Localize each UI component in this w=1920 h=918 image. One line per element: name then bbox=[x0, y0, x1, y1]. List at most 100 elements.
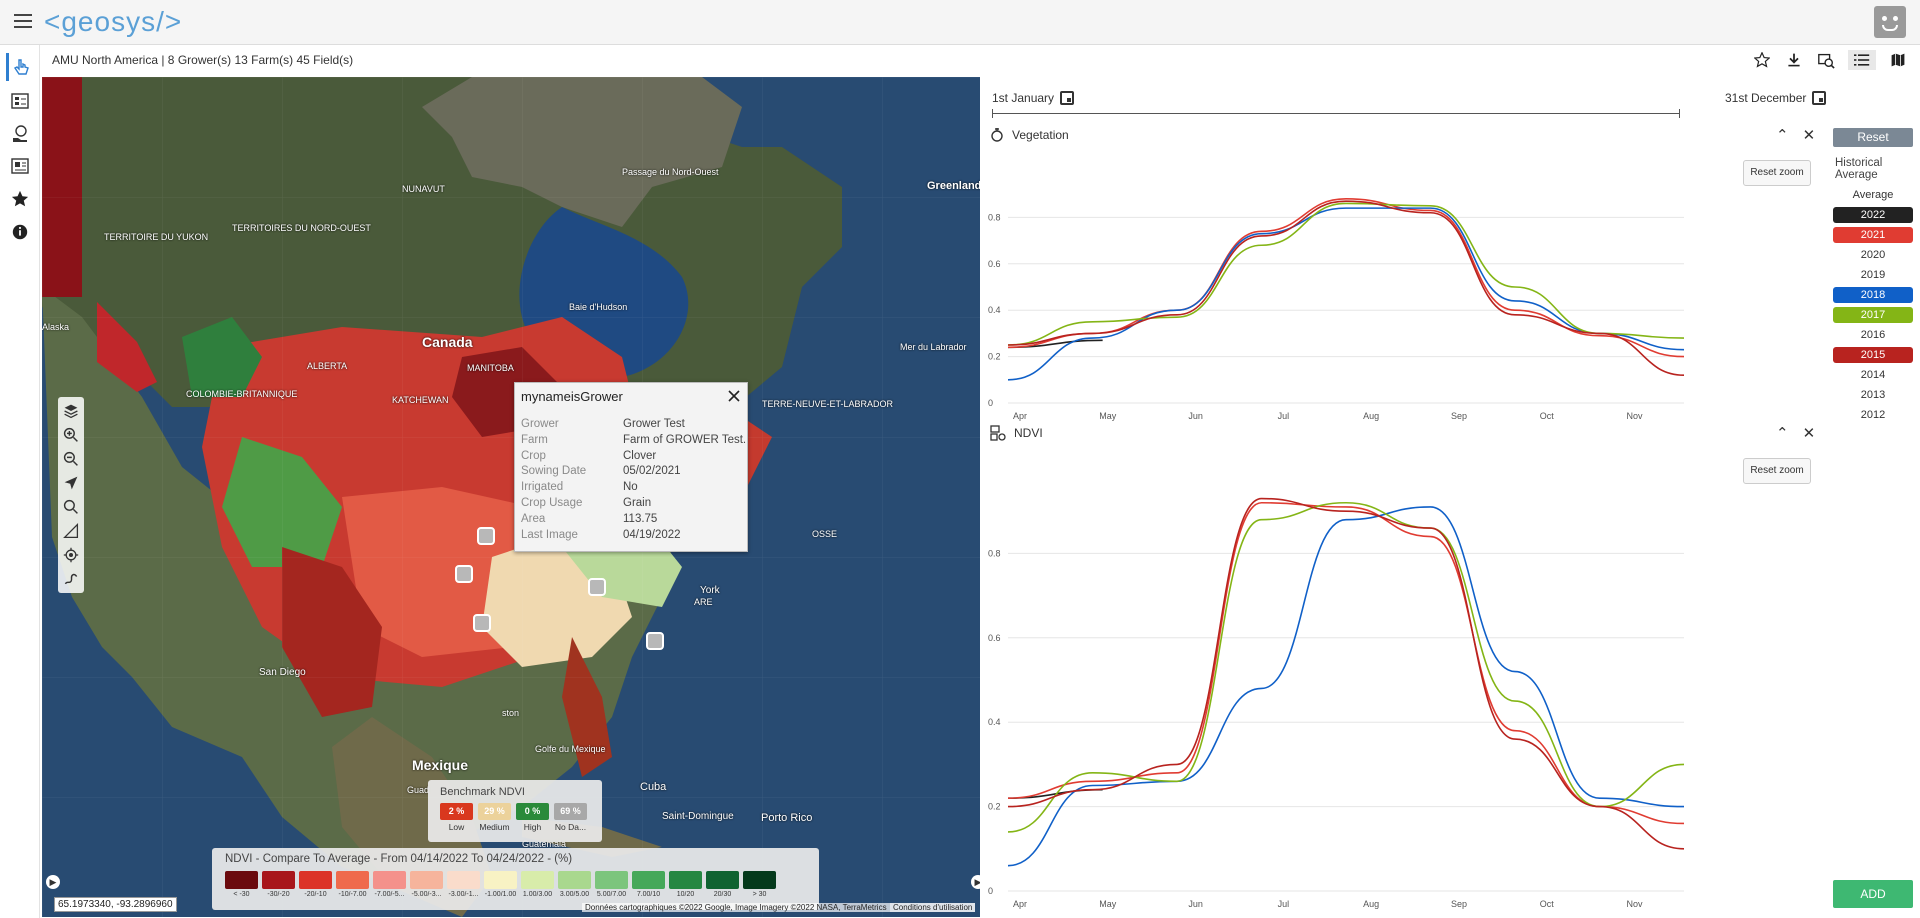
search-icon[interactable] bbox=[62, 497, 80, 516]
close-icon[interactable]: ✕ bbox=[1803, 424, 1816, 442]
map-label-terre-neuve: TERRE-NEUVE-ET-LABRADOR bbox=[762, 399, 894, 409]
pointer-icon[interactable] bbox=[6, 53, 34, 81]
vegetation-chart[interactable]: 0 0.2 0.4 0.6 0.8 Apr May Jun Jul Aug Sep Oct Nov bbox=[980, 147, 1820, 425]
ndvi-swatch bbox=[447, 871, 480, 889]
map-attribution: Données cartographiques ©2022 Google, Im… bbox=[582, 903, 890, 912]
star-icon[interactable] bbox=[6, 185, 34, 213]
ndvi-legend-label: -30/-20 bbox=[267, 891, 290, 898]
add-button[interactable]: ADD bbox=[1833, 880, 1913, 908]
benchmark-label: Medium bbox=[479, 822, 510, 832]
series-line-2018[interactable] bbox=[1007, 207, 1685, 381]
field-marker[interactable] bbox=[646, 632, 664, 650]
year-legend: Reset Historical Average Average 2022 202… bbox=[1833, 128, 1913, 423]
popup-key: Area bbox=[521, 512, 546, 525]
ndvi-legend-label: > 30 bbox=[752, 891, 767, 898]
measure-icon[interactable] bbox=[62, 521, 80, 540]
draw-icon[interactable] bbox=[62, 569, 80, 588]
ndvi-legend-cell: 1.00/3.00 bbox=[521, 871, 554, 898]
zoom-in-icon[interactable] bbox=[62, 425, 80, 444]
x-tick-label: Sep bbox=[1451, 411, 1467, 421]
ndvi-legend-cell: 3.00/5.00 bbox=[558, 871, 591, 898]
y-tick-label: 0.8 bbox=[988, 548, 1001, 558]
benchmark-label: No Da... bbox=[554, 822, 587, 832]
top-toolbar bbox=[1752, 50, 1908, 70]
legend-year-2021[interactable]: 2021 bbox=[1833, 227, 1913, 243]
legend-year-2013[interactable]: 2013 bbox=[1833, 387, 1913, 403]
map-label-porto-rico: Porto Rico bbox=[761, 812, 813, 824]
field-marker[interactable] bbox=[588, 578, 606, 596]
close-icon[interactable]: ✕ bbox=[1803, 126, 1816, 144]
benchmark-pct: 69 % bbox=[554, 803, 587, 820]
legend-year-2019[interactable]: 2019 bbox=[1833, 267, 1913, 283]
field-marker[interactable] bbox=[477, 527, 495, 545]
terms-link[interactable]: Conditions d'utilisation bbox=[890, 903, 976, 912]
legend-year-2018[interactable]: 2018 bbox=[1833, 287, 1913, 303]
date-start[interactable]: 1st January bbox=[992, 91, 1075, 105]
info-icon[interactable] bbox=[6, 218, 34, 246]
chevron-up-icon[interactable]: ⌃ bbox=[1776, 424, 1789, 442]
field-list-icon[interactable] bbox=[6, 87, 34, 115]
series-line-2017[interactable] bbox=[1007, 202, 1685, 346]
close-icon[interactable] bbox=[727, 389, 741, 403]
ndvi-swatch bbox=[595, 871, 628, 889]
ndvi-legend-cell: -1.00/1.00 bbox=[484, 871, 517, 898]
legend-year-2016[interactable]: 2016 bbox=[1833, 327, 1913, 343]
map-label-nunavut: NUNAVUT bbox=[402, 184, 445, 194]
series-line-2015[interactable] bbox=[1007, 497, 1685, 850]
chevron-up-icon[interactable]: ⌃ bbox=[1776, 126, 1789, 144]
x-tick-label: Nov bbox=[1627, 411, 1644, 421]
ndvi-panel-header: NDVI bbox=[990, 425, 1043, 441]
calendar-icon[interactable] bbox=[1812, 91, 1827, 105]
legend-year-2012[interactable]: 2012 bbox=[1833, 407, 1913, 423]
star-icon[interactable] bbox=[1752, 50, 1772, 70]
charts-panel: 1st January 31st December Vegetation ⌃ ✕… bbox=[980, 77, 1920, 918]
app-logo[interactable]: <geosys/> bbox=[44, 6, 182, 38]
x-tick-label: Jul bbox=[1278, 411, 1290, 421]
series-line-2018[interactable] bbox=[1007, 506, 1685, 867]
calendar-icon[interactable] bbox=[1060, 91, 1075, 105]
field-marker[interactable] bbox=[455, 565, 473, 583]
zoom-out-icon[interactable] bbox=[62, 449, 80, 468]
hamburger-menu-icon[interactable] bbox=[14, 14, 32, 30]
date-end[interactable]: 31st December bbox=[1725, 91, 1827, 105]
series-line-2017[interactable] bbox=[1007, 501, 1685, 833]
series-line-2021[interactable] bbox=[1007, 501, 1685, 825]
user-avatar-icon[interactable] bbox=[1874, 6, 1906, 38]
ndvi-legend-cell: 5.00/7.00 bbox=[595, 871, 628, 898]
legend-year-2020[interactable]: 2020 bbox=[1833, 247, 1913, 263]
popup-key: Farm bbox=[521, 433, 548, 446]
compare-icon[interactable] bbox=[1816, 50, 1836, 70]
map-label-labrador-sea: Mer du Labrador bbox=[900, 342, 967, 352]
legend-average[interactable]: Average bbox=[1833, 187, 1913, 203]
legend-year-2022[interactable]: 2022 bbox=[1833, 207, 1913, 223]
date-range-slider[interactable] bbox=[992, 109, 1680, 118]
legend-year-2015[interactable]: 2015 bbox=[1833, 347, 1913, 363]
collapse-left-icon[interactable]: ▶ bbox=[46, 875, 60, 889]
ndvi-chart[interactable]: 0 0.2 0.4 0.6 0.8 Apr May Jun Jul Aug Sep Oct Nov bbox=[980, 445, 1820, 913]
legend-year-2014[interactable]: 2014 bbox=[1833, 367, 1913, 383]
x-tick-label: Jun bbox=[1188, 899, 1203, 909]
globe-hand-icon[interactable] bbox=[6, 120, 34, 148]
reset-button[interactable]: Reset bbox=[1833, 128, 1913, 147]
ndvi-swatch bbox=[632, 871, 665, 889]
locate-icon[interactable] bbox=[62, 545, 80, 564]
ndvi-legend-cell: -20/-10 bbox=[299, 871, 332, 898]
navigate-icon[interactable] bbox=[62, 473, 80, 492]
field-marker[interactable] bbox=[473, 614, 491, 632]
ndvi-legend-label: < -30 bbox=[233, 891, 250, 898]
x-tick-label: Apr bbox=[1013, 411, 1027, 421]
series-line-2015[interactable] bbox=[1007, 200, 1685, 376]
benchmark-cell: 2 % Low bbox=[440, 803, 473, 832]
legend-year-2017[interactable]: 2017 bbox=[1833, 307, 1913, 323]
layers-icon[interactable] bbox=[62, 401, 80, 420]
date-end-label: 31st December bbox=[1725, 91, 1807, 105]
map-label-alberta: ALBERTA bbox=[307, 361, 348, 371]
report-icon[interactable] bbox=[6, 152, 34, 180]
ndvi-icon bbox=[990, 425, 1006, 441]
ndvi-swatch bbox=[521, 871, 554, 889]
download-icon[interactable] bbox=[1784, 50, 1804, 70]
map-label-mexique: Mexique bbox=[412, 757, 469, 773]
map-view-icon[interactable] bbox=[1888, 50, 1908, 70]
list-view-icon[interactable] bbox=[1848, 50, 1876, 70]
ndvi-legend-label: 20/30 bbox=[713, 891, 732, 898]
